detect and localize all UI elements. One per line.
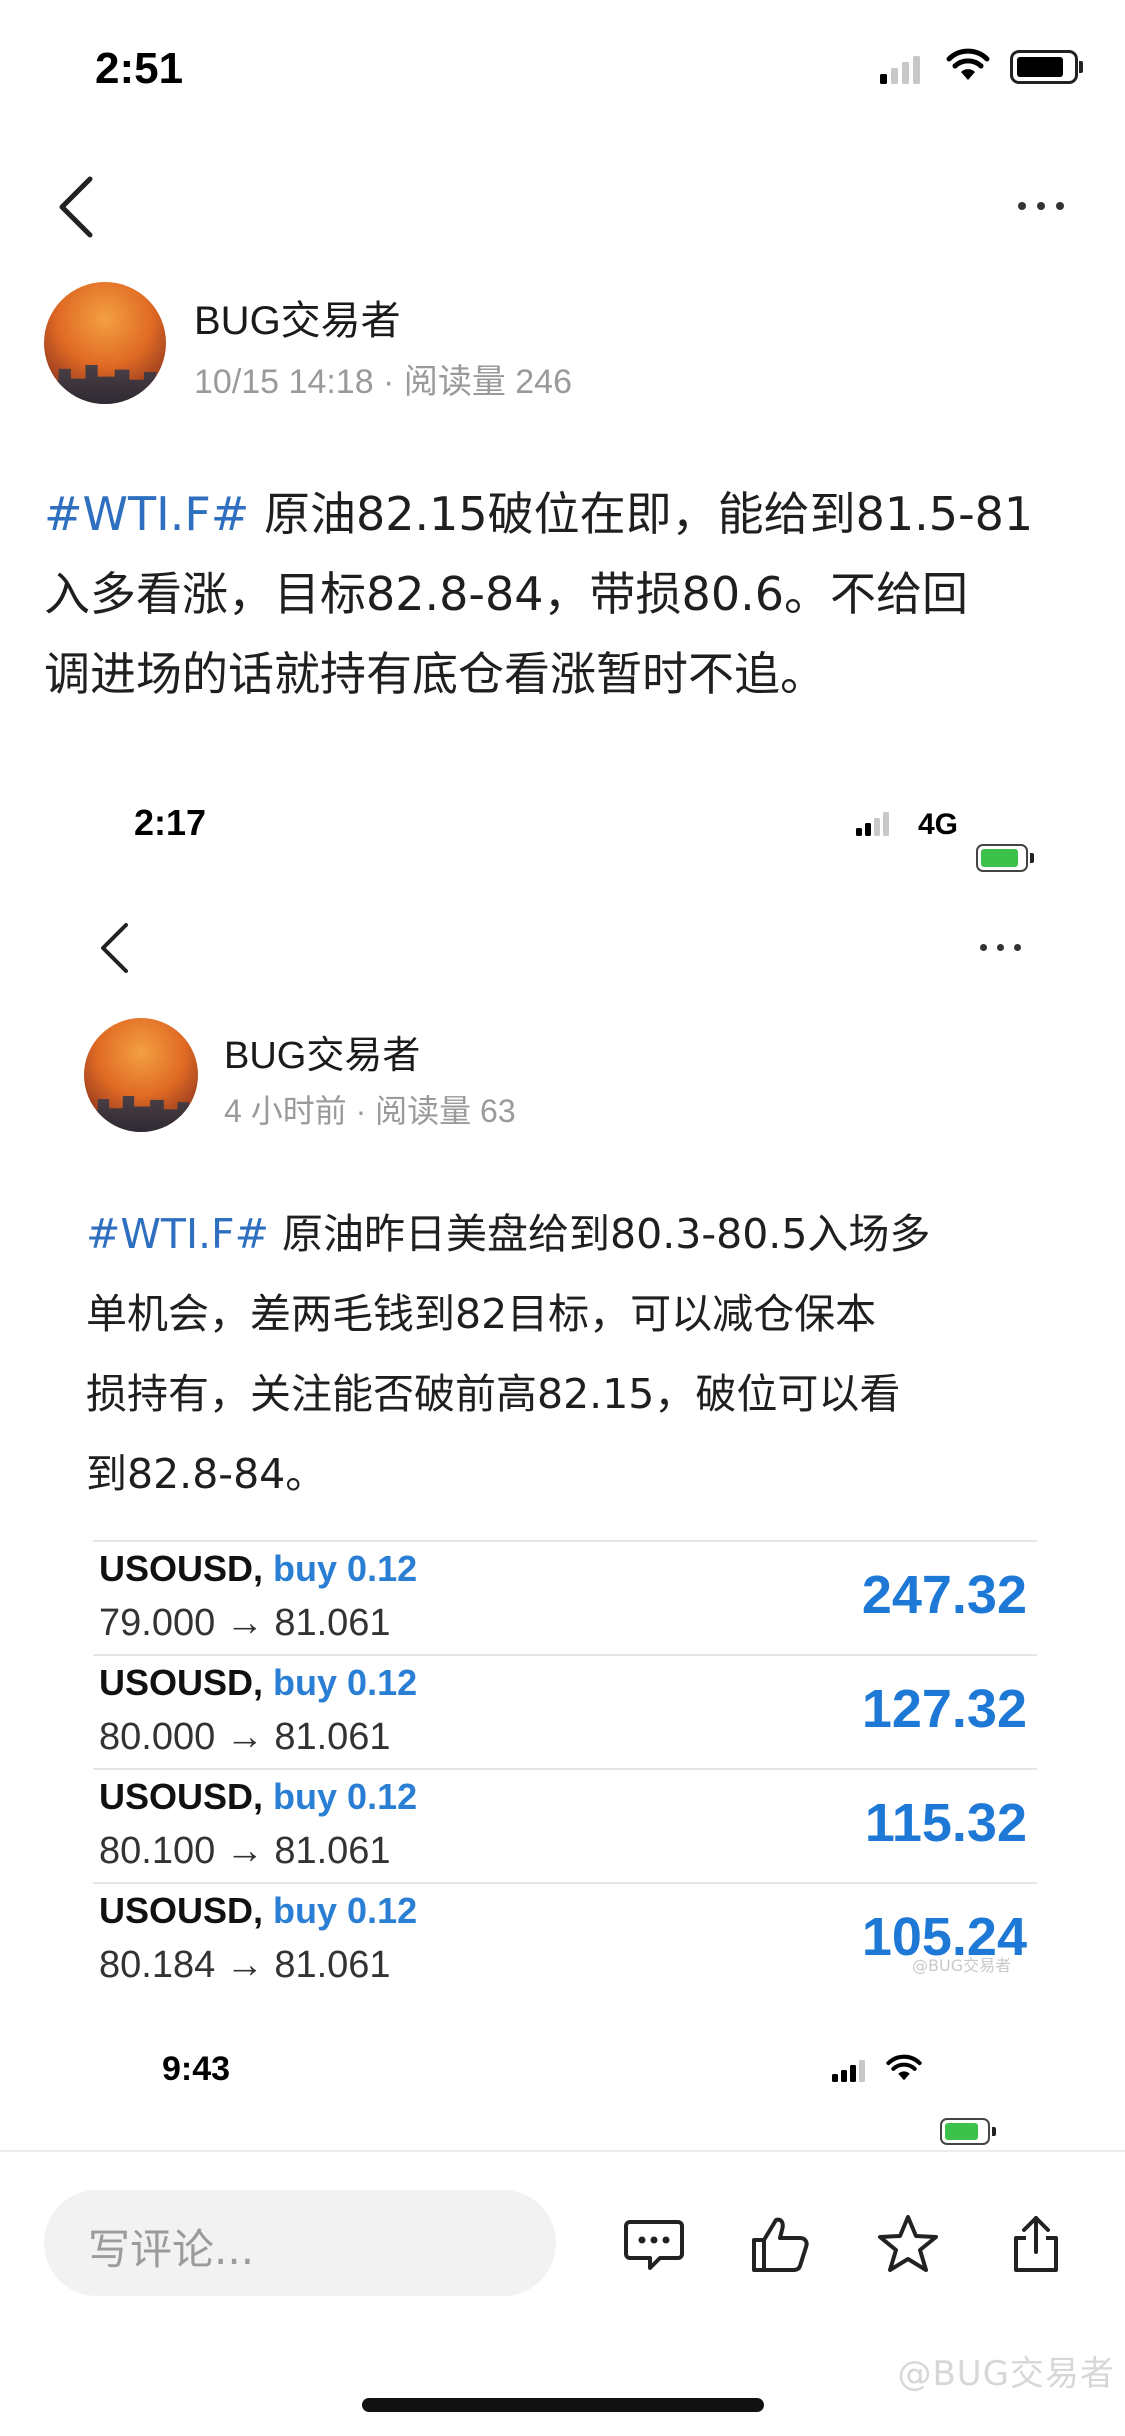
more-icon[interactable] [980,944,1021,951]
star-icon[interactable] [876,2212,940,2276]
trade-symbol: USOUSD, [99,1662,264,1703]
trade-symbol: USOUSD, [99,1548,264,1589]
post-meta: 4 小时前 · 阅读量 63 [224,1093,516,1129]
hashtag-link[interactable]: #WTI.F# [86,1210,269,1258]
post-line: 损持有，关注能否破前高82.15，破位可以看 [86,1370,901,1418]
comment-icon[interactable] [622,2212,686,2276]
trade-range: 79.000 → 81.061 [99,1602,391,1644]
post-meta: 10/15 14:18 · 阅读量 246 [194,363,573,401]
trade-profit: 115.32 [864,1793,1027,1853]
trade-profit: 247.32 [861,1565,1027,1625]
home-indicator[interactable] [362,2398,764,2412]
image-watermark: @BUG交易者 [912,1956,1012,1975]
status-time: 2:51 [95,44,184,93]
trade-row: USOUSD, buy 0.12 79.000 → 81.061 247.32 [93,1540,1037,1654]
like-icon[interactable] [748,2212,812,2276]
trade-symbol: USOUSD, [99,1890,264,1931]
trade-side: buy 0.12 [273,1662,418,1703]
share-icon[interactable] [1004,2212,1068,2276]
trade-row: USOUSD, buy 0.12 80.100 → 81.061 115.32 [93,1768,1037,1882]
comment-placeholder: 写评论... [88,2225,255,2274]
status-time: 2:17 [134,802,207,843]
author-name[interactable]: BUG交易者 [194,288,401,346]
watermark: @BUG交易者 [897,2354,1115,2394]
author-name[interactable]: BUG交易者 [224,1024,420,1079]
status-time: 9:43 [162,2050,231,2088]
trade-range: 80.184 → 81.061 [99,1944,391,1986]
signal-icon [856,810,889,836]
signal-icon [832,2058,865,2082]
trade-side: buy 0.12 [273,1890,418,1931]
trade-side: buy 0.12 [273,1776,418,1817]
post-line: 到82.8-84。 [86,1450,327,1498]
trade-row: USOUSD, buy 0.12 80.000 → 81.061 127.32 [93,1654,1037,1768]
trade-side: buy 0.12 [273,1548,418,1589]
back-icon[interactable] [98,922,130,974]
post-line: 入多看涨，目标82.8-84，带损80.6。不给回 [44,567,968,621]
post-line: 原油82.15破位在即，能给到81.5-81 [263,487,1034,541]
wifi-icon [886,2054,922,2081]
battery-icon [940,2118,996,2145]
avatar[interactable] [84,1018,198,1132]
hashtag-link[interactable]: #WTI.F# [44,487,249,541]
comment-input[interactable]: 写评论... [44,2190,556,2296]
trade-profit: 127.32 [861,1679,1027,1739]
battery-icon [976,844,1034,872]
bottom-divider [0,2150,1125,2152]
signal-icon [880,52,920,84]
trade-range: 80.100 → 81.061 [99,1830,391,1872]
trade-symbol: USOUSD, [99,1776,264,1817]
wifi-icon [946,48,990,80]
post-line: 原油昨日美盘给到80.3-80.5入场多 [282,1210,931,1258]
post-body: #WTI.F# 原油昨日美盘给到80.3-80.5入场多 单机会，差两毛钱到82… [86,1194,1086,1514]
post-body: #WTI.F# 原油82.15破位在即，能给到81.5-81 入多看涨，目标82… [44,474,1104,714]
post-line: 单机会，差两毛钱到82目标，可以减仓保本 [86,1290,877,1338]
network-label: 4G [918,808,959,841]
avatar[interactable] [44,282,166,404]
more-icon[interactable] [1018,202,1064,210]
trade-range: 80.000 → 81.061 [99,1716,391,1758]
back-icon[interactable] [56,175,96,239]
battery-icon [1010,50,1083,84]
post-line: 调进场的话就持有底仓看涨暂时不追。 [44,647,826,701]
trade-row: USOUSD, buy 0.12 80.184 → 81.061 105.24 [93,1882,1037,1996]
